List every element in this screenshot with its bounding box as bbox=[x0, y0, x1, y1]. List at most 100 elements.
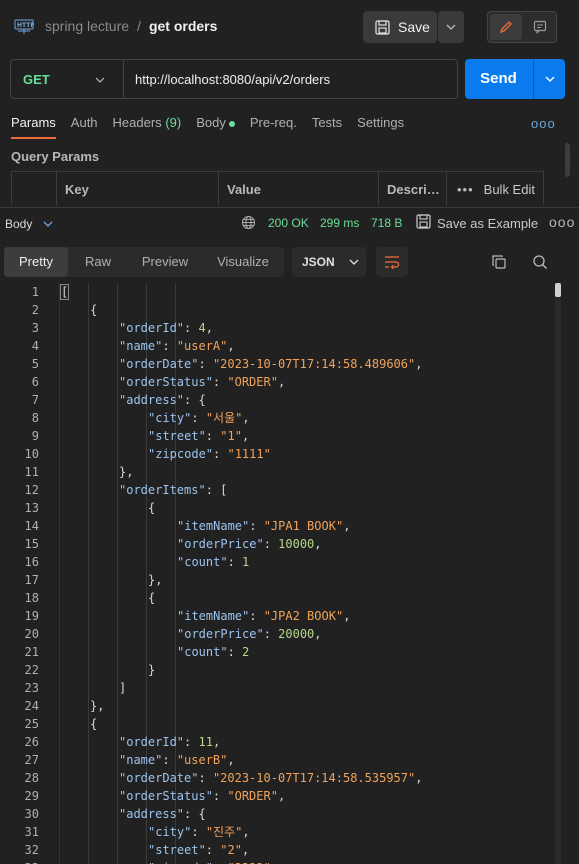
send-button[interactable]: Send bbox=[465, 59, 532, 99]
json-punctuation: , bbox=[314, 537, 322, 551]
breadcrumb-collection[interactable]: spring lecture bbox=[45, 18, 129, 34]
query-params-table: Key Value Descri… ••• Bulk Edit bbox=[11, 171, 545, 206]
line-number: 33 bbox=[0, 859, 39, 864]
code-text: "orderItems": [ bbox=[119, 481, 227, 499]
format-tab-visualize[interactable]: Visualize bbox=[202, 247, 284, 277]
language-select[interactable]: JSON bbox=[292, 247, 366, 277]
url-input[interactable]: http://localhost:8080/api/v2/orders bbox=[135, 72, 330, 87]
response-scrollbar[interactable] bbox=[555, 283, 561, 864]
json-string: "1" bbox=[220, 429, 242, 443]
code-line: 11}, bbox=[0, 463, 560, 481]
json-key: "zipcode" bbox=[148, 447, 214, 461]
line-number: 28 bbox=[24, 771, 39, 785]
line-number: 20 bbox=[24, 627, 39, 641]
json-punctuation: : [ bbox=[205, 483, 228, 497]
search-icon[interactable] bbox=[532, 254, 548, 273]
json-key: "street" bbox=[148, 429, 206, 443]
json-string: "userA" bbox=[176, 339, 228, 353]
format-tab-pretty[interactable]: Pretty bbox=[4, 247, 68, 277]
json-punctuation: : { bbox=[184, 807, 206, 821]
response-body-viewer[interactable]: 1[2{3 "orderId": 4, 4 "name": "userA", 5 "ord… bbox=[0, 283, 579, 864]
line-number: 26 bbox=[24, 735, 39, 749]
tab-auth[interactable]: Auth bbox=[71, 115, 98, 130]
code-line: 8 "city": "서울", bbox=[0, 409, 560, 427]
line-number: 16 bbox=[24, 555, 39, 569]
code-text: "city": "서울", bbox=[148, 409, 250, 427]
code-text: { bbox=[90, 715, 97, 733]
send-options-button[interactable] bbox=[534, 59, 565, 99]
code-line: 18 { bbox=[0, 589, 560, 607]
json-punctuation: : bbox=[213, 447, 228, 461]
body-indicator-dot bbox=[228, 120, 235, 127]
code-line: 29 "orderStatus": "ORDER", bbox=[0, 787, 560, 805]
line-number: 21 bbox=[24, 645, 39, 659]
json-string: "JPA2 BOOK" bbox=[263, 609, 344, 623]
json-key: "count" bbox=[177, 555, 228, 569]
line-number: 6 bbox=[31, 375, 39, 389]
tab-pre-request[interactable]: Pre-req. bbox=[250, 115, 297, 130]
tab-headers[interactable]: Headers (9) bbox=[113, 115, 182, 130]
line-number: 18 bbox=[24, 591, 39, 605]
json-number: 20000 bbox=[278, 627, 315, 641]
save-button[interactable]: Save bbox=[363, 11, 437, 43]
code-line: 1[ bbox=[0, 283, 560, 301]
format-tab-raw[interactable]: Raw bbox=[68, 247, 128, 277]
chevron-down-icon[interactable] bbox=[95, 71, 105, 86]
json-key: "street" bbox=[148, 843, 206, 857]
line-number: 2 bbox=[31, 303, 39, 317]
query-params-title: Query Params bbox=[11, 149, 100, 164]
method-select[interactable]: GET bbox=[23, 72, 50, 87]
request-title[interactable]: get orders bbox=[149, 18, 217, 34]
json-punctuation: , bbox=[415, 357, 423, 371]
wrap-lines-button[interactable] bbox=[376, 247, 408, 277]
comments-button[interactable] bbox=[524, 14, 556, 40]
response-scrollbar-thumb[interactable] bbox=[555, 283, 561, 297]
json-punctuation: }, bbox=[148, 573, 163, 587]
json-punctuation: { bbox=[90, 717, 98, 731]
params-scrollbar[interactable] bbox=[565, 143, 570, 177]
edit-mode-button[interactable] bbox=[490, 14, 522, 40]
code-text: "itemName": "JPA1 BOOK", bbox=[177, 517, 350, 535]
tab-body[interactable]: Body bbox=[196, 115, 235, 130]
tab-settings[interactable]: Settings bbox=[357, 115, 404, 130]
chevron-down-icon[interactable] bbox=[43, 215, 53, 230]
code-text: } bbox=[148, 661, 155, 679]
response-body-select[interactable]: Body bbox=[5, 217, 32, 231]
code-text: [ bbox=[59, 283, 70, 301]
code-line: 32 "street": "2", bbox=[0, 841, 560, 859]
json-punctuation: , bbox=[241, 429, 250, 443]
json-punctuation: : bbox=[162, 753, 177, 767]
json-punctuation: , bbox=[242, 411, 250, 425]
tab-params[interactable]: Params bbox=[11, 115, 56, 139]
response-more-button[interactable]: ooo bbox=[549, 214, 575, 230]
format-tab-preview[interactable]: Preview bbox=[128, 247, 202, 277]
json-number: 1 bbox=[242, 555, 250, 569]
response-time[interactable]: 299 ms bbox=[320, 216, 359, 230]
code-text: "address": { bbox=[119, 391, 206, 409]
code-text: { bbox=[148, 499, 155, 517]
json-punctuation: { bbox=[90, 303, 98, 317]
code-line: 10 "zipcode": "1111" bbox=[0, 445, 560, 463]
response-size[interactable]: 718 B bbox=[371, 216, 402, 230]
status-code[interactable]: 200 OK bbox=[268, 216, 309, 230]
bulk-edit-button[interactable]: ••• Bulk Edit bbox=[446, 172, 545, 206]
code-line: 14 "itemName": "JPA1 BOOK", bbox=[0, 517, 560, 535]
json-key: "orderId" bbox=[119, 735, 185, 749]
json-key: "name" bbox=[119, 753, 163, 767]
json-punctuation: , bbox=[241, 843, 250, 857]
json-string: "2023-10-07T17:14:58.489606" bbox=[212, 357, 416, 371]
copy-icon[interactable] bbox=[491, 254, 507, 273]
code-text: }, bbox=[148, 571, 162, 589]
tab-label: Params bbox=[11, 115, 56, 130]
save-as-example-button[interactable]: Save as Example bbox=[437, 216, 538, 231]
json-key: "count" bbox=[177, 645, 228, 659]
json-string: "2023-10-07T17:14:58.535957" bbox=[212, 771, 416, 785]
globe-icon[interactable] bbox=[241, 215, 256, 233]
line-number: 29 bbox=[24, 789, 39, 803]
json-punctuation: ] bbox=[119, 681, 127, 695]
more-tabs-button[interactable]: ooo bbox=[531, 116, 556, 131]
tab-tests[interactable]: Tests bbox=[312, 115, 342, 130]
json-number: 2 bbox=[242, 645, 250, 659]
save-dropdown-button[interactable] bbox=[438, 11, 464, 43]
json-punctuation: : bbox=[263, 627, 279, 641]
